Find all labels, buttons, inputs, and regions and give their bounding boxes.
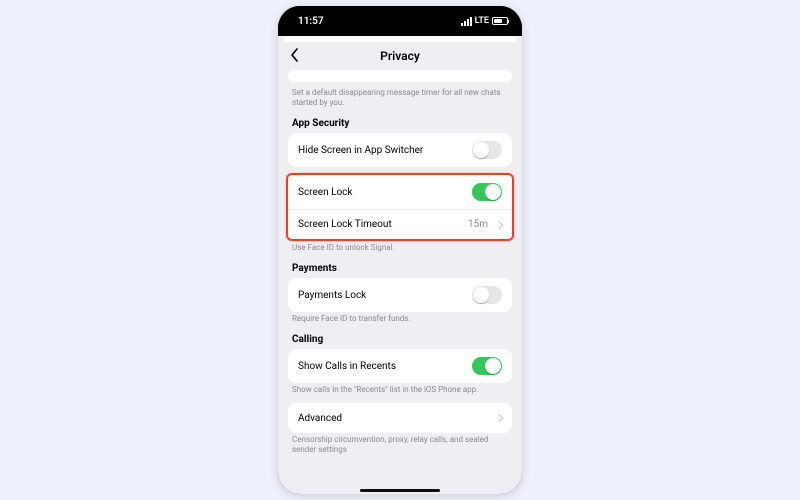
advanced-footer: Censorship circumvention, proxy, relay c… (278, 433, 522, 471)
screen-lock-timeout-row[interactable]: Screen Lock Timeout 15m (288, 209, 512, 239)
hide-screen-toggle[interactable] (472, 141, 502, 159)
calling-group: Show Calls in Recents (288, 349, 512, 383)
status-right: LTE (461, 16, 508, 26)
phone-frame: 11:57 LTE Privacy Set a default disappea… (278, 6, 522, 494)
security-section-title: App Security (278, 116, 522, 133)
nav-bar: Privacy (278, 42, 522, 70)
screen-lock-timeout-label: Screen Lock Timeout (298, 219, 392, 230)
payments-lock-toggle[interactable] (472, 286, 502, 304)
security-hide-group: Hide Screen in App Switcher (288, 133, 512, 167)
signal-icon (461, 17, 472, 26)
screen-lock-timeout-value: 15m (468, 219, 488, 230)
hide-screen-row[interactable]: Hide Screen in App Switcher (288, 133, 512, 167)
security-footer: Use Face ID to unlock Signal. (278, 241, 522, 261)
status-time: 11:57 (298, 16, 324, 27)
notch (367, 12, 433, 26)
chevron-right-icon (495, 414, 503, 422)
settings-content[interactable]: Set a default disappearing message timer… (278, 70, 522, 494)
advanced-group: Advanced (288, 403, 512, 433)
show-recents-toggle[interactable] (472, 357, 502, 375)
battery-icon (492, 17, 508, 25)
advanced-label: Advanced (298, 413, 342, 424)
disappearing-hint: Set a default disappearing message timer… (278, 86, 522, 116)
chevron-left-icon (290, 48, 300, 62)
page-title: Privacy (380, 49, 420, 63)
show-recents-row[interactable]: Show Calls in Recents (288, 349, 512, 383)
screen-lock-label: Screen Lock (298, 187, 352, 198)
screen-lock-group: Screen Lock Screen Lock Timeout 15m (288, 175, 512, 239)
calling-footer: Show calls in the "Recents" list in the … (278, 383, 522, 403)
payments-footer: Require Face ID to transfer funds. (278, 312, 522, 332)
nav-bar-wrap: Privacy (278, 36, 522, 70)
screen: Privacy Set a default disappearing messa… (278, 36, 522, 494)
payments-section-title: Payments (278, 261, 522, 278)
payments-lock-row[interactable]: Payments Lock (288, 278, 512, 312)
home-indicator (360, 489, 440, 492)
payments-lock-label: Payments Lock (298, 290, 366, 301)
payments-group: Payments Lock (288, 278, 512, 312)
screen-lock-highlight: Screen Lock Screen Lock Timeout 15m (286, 173, 514, 241)
hide-screen-label: Hide Screen in App Switcher (298, 145, 423, 156)
screen-lock-toggle[interactable] (472, 183, 502, 201)
show-recents-label: Show Calls in Recents (298, 361, 396, 372)
screen-lock-row[interactable]: Screen Lock (288, 175, 512, 209)
calling-section-title: Calling (278, 332, 522, 349)
previous-group-stub (288, 70, 512, 82)
network-label: LTE (475, 16, 489, 26)
chevron-right-icon (495, 220, 503, 228)
back-button[interactable] (286, 46, 304, 64)
advanced-row[interactable]: Advanced (288, 403, 512, 433)
